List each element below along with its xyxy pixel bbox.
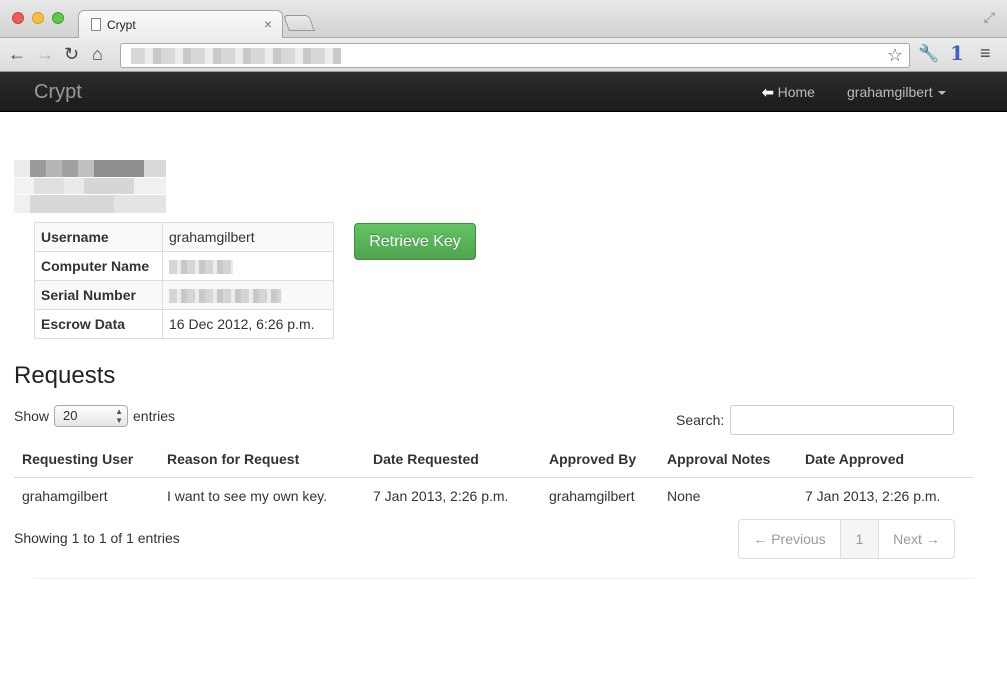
table-cell: None xyxy=(659,476,797,514)
info-row: Computer Name xyxy=(34,251,334,281)
browser-titlebar: Crypt × ⤢ xyxy=(0,0,1007,39)
home-icon[interactable]: ⌂ xyxy=(92,43,103,65)
computer-title-redacted xyxy=(14,145,166,213)
reload-icon[interactable]: ↻ xyxy=(64,43,79,65)
left-arrow-icon: ⬅ xyxy=(762,84,774,100)
page-icon xyxy=(91,18,101,31)
column-header[interactable]: Date Approved xyxy=(797,441,974,478)
entries-length-select[interactable]: 20 ▲ ▼ xyxy=(54,405,128,427)
requests-heading: Requests xyxy=(14,362,116,389)
info-value: 16 Dec 2012, 6:26 p.m. xyxy=(162,309,334,339)
table-cell: grahamgilbert xyxy=(14,476,159,514)
table-cell: 7 Jan 2013, 2:26 p.m. xyxy=(365,476,541,514)
wrench-icon[interactable]: 🔧 xyxy=(918,44,939,64)
onepassword-extension-icon[interactable]: 1 xyxy=(950,41,964,65)
address-bar[interactable]: ☆ xyxy=(120,43,910,68)
info-row: Escrow Data 16 Dec 2012, 6:26 p.m. xyxy=(34,309,334,339)
table-header-row: Requesting User Reason for Request Date … xyxy=(14,441,974,478)
column-header[interactable]: Date Requested xyxy=(365,441,541,478)
window-close-button[interactable] xyxy=(12,12,24,24)
table-row: grahamgilbert I want to see my own key. … xyxy=(14,476,974,514)
user-dropdown[interactable]: grahamgilbert xyxy=(847,84,946,100)
user-dropdown-label: grahamgilbert xyxy=(847,84,933,100)
nav-home-label: Home xyxy=(777,84,815,100)
search-label: Search: xyxy=(676,412,725,428)
column-header[interactable]: Approved By xyxy=(541,441,659,478)
browser-menu-icon[interactable]: ≡ xyxy=(980,43,991,64)
info-label: Serial Number xyxy=(34,280,163,310)
nav-home-link[interactable]: ⬅ Home xyxy=(762,84,815,101)
previous-page-button[interactable]: ← Previous xyxy=(739,520,841,558)
entries-label: entries xyxy=(133,408,176,424)
window-minimize-button[interactable] xyxy=(32,12,44,24)
table-cell: 7 Jan 2013, 2:26 p.m. xyxy=(797,476,974,514)
window-maximize-button[interactable] xyxy=(52,12,64,24)
brand-logo[interactable]: Crypt xyxy=(34,81,82,104)
show-label: Show xyxy=(14,408,50,424)
info-label: Computer Name xyxy=(34,251,163,281)
column-header[interactable]: Approval Notes xyxy=(659,441,797,478)
info-row: Serial Number xyxy=(34,280,334,310)
info-value xyxy=(162,280,334,310)
next-page-button[interactable]: Next → xyxy=(879,520,954,558)
new-tab-button[interactable] xyxy=(283,15,315,31)
footer-divider xyxy=(34,578,974,579)
select-arrows-icon: ▲ ▼ xyxy=(115,407,123,425)
back-arrow-icon[interactable]: ← xyxy=(8,43,26,65)
retrieve-key-button[interactable]: Retrieve Key xyxy=(354,223,476,260)
browser-toolbar: ← → ↻ ⌂ ☆ 🔧 1 ≡ xyxy=(0,38,1007,72)
column-header[interactable]: Reason for Request xyxy=(159,441,365,478)
redacted-value xyxy=(169,260,233,275)
info-value xyxy=(162,251,334,281)
browser-tab[interactable]: Crypt × xyxy=(78,10,283,39)
search-input[interactable] xyxy=(730,405,954,435)
forward-arrow-icon[interactable]: → xyxy=(36,43,54,65)
info-label: Escrow Data xyxy=(34,309,163,339)
info-value: grahamgilbert xyxy=(162,222,334,252)
requests-table: Requesting User Reason for Request Date … xyxy=(14,441,974,514)
fullscreen-icon[interactable]: ⤢ xyxy=(984,9,995,26)
app-navbar: Crypt ⬅ Home grahamgilbert xyxy=(0,72,1007,112)
caret-down-icon xyxy=(937,91,946,96)
computer-info-table: Username grahamgilbert Computer Name Ser… xyxy=(34,222,334,339)
table-cell: grahamgilbert xyxy=(541,476,659,514)
entries-length-value: 20 xyxy=(63,408,78,423)
redacted-value xyxy=(169,289,281,304)
info-row: Username grahamgilbert xyxy=(34,222,334,252)
column-header[interactable]: Requesting User xyxy=(14,441,159,478)
pagination: ← Previous 1 Next → xyxy=(738,519,955,559)
tab-title: Crypt xyxy=(107,18,136,32)
table-cell: I want to see my own key. xyxy=(159,476,365,514)
url-text-redacted xyxy=(131,48,341,64)
page-number-button[interactable]: 1 xyxy=(841,520,879,558)
info-label: Username xyxy=(34,222,163,252)
table-info-text: Showing 1 to 1 of 1 entries xyxy=(14,530,180,546)
tab-close-icon[interactable]: × xyxy=(264,16,272,32)
bookmark-star-icon[interactable]: ☆ xyxy=(887,45,903,66)
